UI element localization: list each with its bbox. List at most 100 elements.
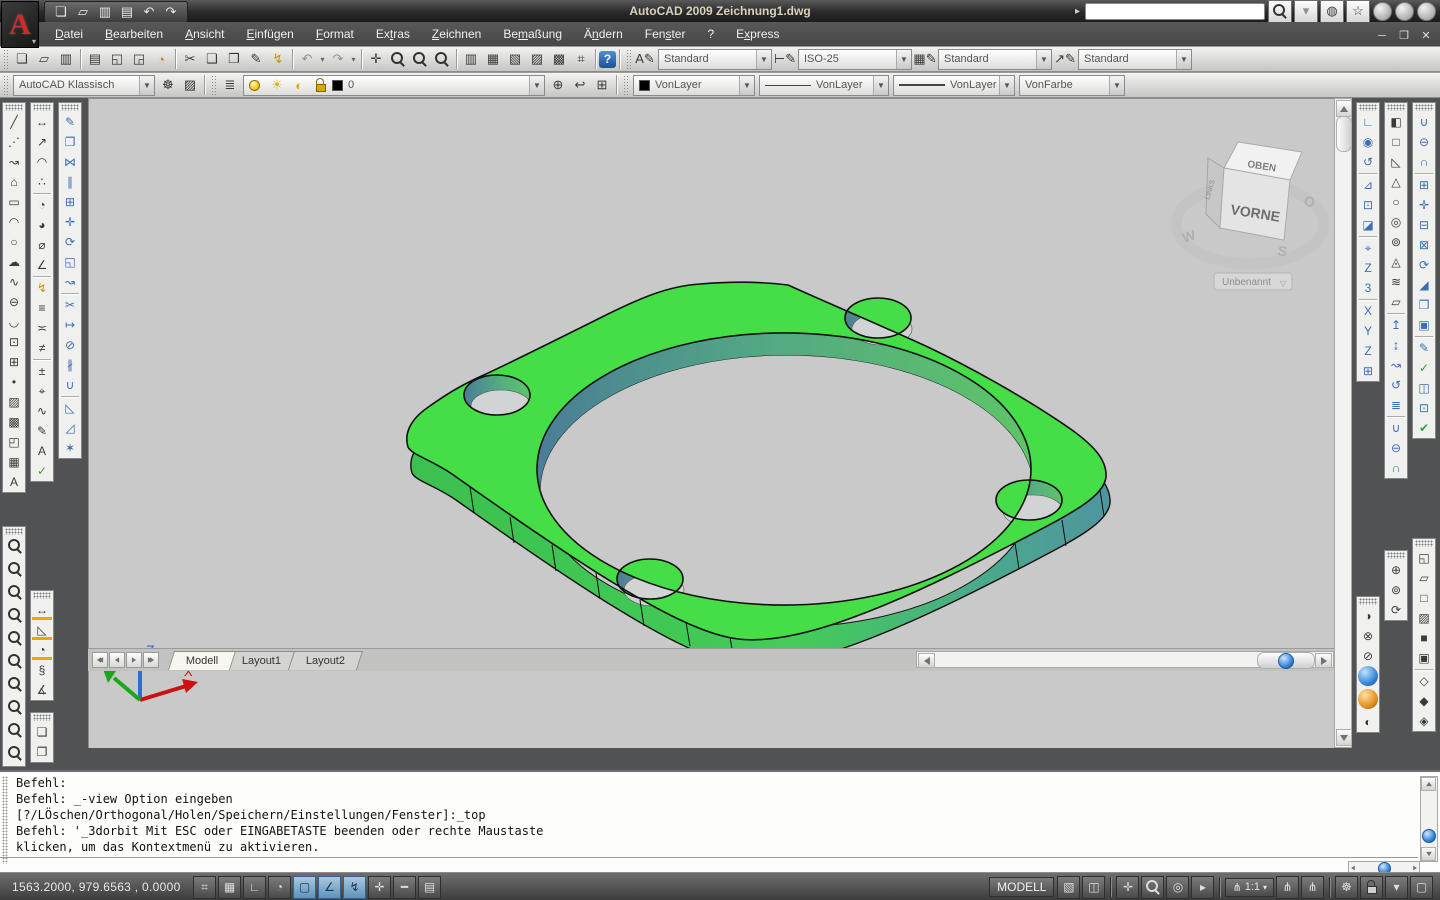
- chamfer-tool[interactable]: ◺: [60, 398, 80, 418]
- copy-faces-tool[interactable]: ❐: [1414, 295, 1434, 315]
- break-at-point-tool[interactable]: ⊘: [60, 335, 80, 355]
- command-vertical-scrollbar[interactable]: [1420, 776, 1438, 862]
- menu-datei[interactable]: Datei: [44, 24, 94, 44]
- workspace-toolbar-grip[interactable]: [3, 75, 8, 95]
- lwt-toggle[interactable]: ━: [393, 876, 416, 899]
- center-mark-tool[interactable]: ⌖: [32, 381, 52, 401]
- wedge-tool[interactable]: ◺: [1386, 152, 1406, 172]
- first-tab-button[interactable]: [92, 652, 108, 668]
- cone-tool[interactable]: △: [1386, 172, 1406, 192]
- cmd-scroll-down-button[interactable]: [1421, 847, 1436, 861]
- dim-ordinate-tool[interactable]: ∴: [32, 172, 52, 192]
- clean-screen-button[interactable]: ▢: [1410, 876, 1433, 899]
- toolbar-grip[interactable]: [33, 592, 51, 599]
- visual-style-conceptual[interactable]: ▣: [1414, 648, 1434, 668]
- cmd-scroll-up-button[interactable]: [1421, 777, 1436, 791]
- favorites-button[interactable]: ☆: [1346, 0, 1370, 23]
- undo-button[interactable]: ↶: [296, 49, 318, 70]
- horizontal-scroll-thumb[interactable]: [1257, 652, 1315, 669]
- toolbar-grip[interactable]: [1387, 104, 1405, 111]
- snap-toggle[interactable]: ⌗: [193, 876, 216, 899]
- visual-style-3d-hidden[interactable]: ▨: [1414, 608, 1434, 628]
- dim-style-icon[interactable]: ⊢✎: [774, 49, 796, 70]
- solid-intersect-tool[interactable]: ∩: [1414, 152, 1434, 172]
- menu-bearbeiten[interactable]: Bearbeiten: [94, 24, 174, 44]
- plot-style-combo[interactable]: VonFarbe ▼: [1019, 75, 1125, 96]
- scroll-left-button[interactable]: [918, 653, 935, 668]
- dim-jog-line-tool[interactable]: ∿: [32, 401, 52, 421]
- pan-button[interactable]: ✛: [365, 49, 387, 70]
- edge-style-none[interactable]: ◈: [1414, 711, 1434, 731]
- intersect-tool[interactable]: ∩: [1386, 458, 1406, 478]
- check-tool[interactable]: ✔: [1414, 418, 1434, 438]
- rotate-faces-tool[interactable]: ⟳: [1414, 255, 1434, 275]
- draw-order-tool[interactable]: ❏: [32, 722, 52, 742]
- materials-tool[interactable]: [1358, 666, 1378, 686]
- minimize-button[interactable]: ─: [1374, 25, 1390, 46]
- scroll-down-button[interactable]: [1336, 729, 1352, 746]
- zoom-realtime-tool[interactable]: [4, 743, 24, 763]
- mirror-tool[interactable]: ⋈: [60, 152, 80, 172]
- dim-arc-length-tool[interactable]: ◠: [32, 152, 52, 172]
- torus-tool[interactable]: ⊚: [1386, 232, 1406, 252]
- combo-dropdown-icon[interactable]: ▼: [873, 76, 888, 95]
- scroll-right-button[interactable]: [1315, 653, 1332, 668]
- lights-tool[interactable]: [1358, 689, 1378, 709]
- menu-aendern[interactable]: Ändern: [573, 24, 634, 44]
- annotation-scale-button[interactable]: ⋔1:1▾: [1225, 878, 1274, 897]
- toolbar-grip[interactable]: [1359, 598, 1377, 605]
- layer-combo[interactable]: ☀ ◐ 0 ▼: [243, 75, 545, 96]
- parameters-manager-tool[interactable]: §: [32, 660, 52, 680]
- cmd-scroll-thumb[interactable]: [1422, 829, 1436, 843]
- close-button[interactable]: ✕: [1418, 25, 1434, 46]
- plot-preview-button[interactable]: ◱: [106, 49, 128, 70]
- annotation-visibility-button[interactable]: ⋔: [1276, 876, 1299, 899]
- hatch-tool[interactable]: ▨: [4, 392, 24, 412]
- search-dropdown[interactable]: ▾: [1294, 0, 1318, 23]
- polyline-tool[interactable]: ↝: [4, 152, 24, 172]
- steering-wheel-button[interactable]: ◎: [1166, 876, 1189, 899]
- undo-dropdown[interactable]: ▾: [318, 49, 327, 70]
- separate-tool[interactable]: ◫: [1414, 378, 1434, 398]
- properties-button[interactable]: ▥: [460, 49, 482, 70]
- toolbar-grip[interactable]: [1415, 104, 1433, 111]
- combo-dropdown-icon[interactable]: ▼: [1176, 50, 1191, 69]
- infocenter-collapse-arrow[interactable]: ▸: [1075, 6, 1080, 17]
- layer-freeze-icon[interactable]: ☀: [266, 75, 288, 96]
- undo-button[interactable]: ↶: [139, 2, 159, 23]
- table-style-icon[interactable]: ▦✎: [914, 49, 936, 70]
- canvas-vertical-scrollbar[interactable]: [1334, 98, 1352, 748]
- dim-radius-tool[interactable]: ◔: [32, 195, 52, 215]
- zoom-button[interactable]: [1141, 876, 1164, 899]
- status-dropdown-button[interactable]: ▾: [1385, 876, 1408, 899]
- menu-hilfe[interactable]: ?: [696, 24, 725, 44]
- zoom-window-button[interactable]: [409, 49, 431, 70]
- next-tab-button[interactable]: [126, 652, 142, 668]
- combo-dropdown-icon[interactable]: ▼: [1036, 50, 1051, 69]
- zoom-extents-tool[interactable]: [4, 720, 24, 740]
- box-tool[interactable]: □: [1386, 132, 1406, 152]
- model-space-button[interactable]: MODELL: [989, 877, 1054, 897]
- toolbar-grip[interactable]: [1359, 104, 1377, 111]
- stretch-tool[interactable]: ↝: [60, 272, 80, 292]
- plot-button[interactable]: ▤: [84, 49, 106, 70]
- copy-tool[interactable]: ❐: [60, 132, 80, 152]
- multileader-style-combo[interactable]: Standard ▼: [1078, 49, 1192, 70]
- combo-dropdown-icon[interactable]: ▼: [896, 50, 911, 69]
- match-properties-button[interactable]: ✎: [245, 49, 267, 70]
- dim-break-tool[interactable]: ≠: [32, 338, 52, 358]
- properties-toolbar-grip[interactable]: [623, 75, 628, 95]
- gasket-3d-model[interactable]: [407, 282, 1110, 666]
- region-tool[interactable]: ◰: [4, 432, 24, 452]
- tolerance-tool[interactable]: ±: [32, 361, 52, 381]
- infocenter-sphere-1[interactable]: [1373, 2, 1392, 21]
- zoom-previous-button[interactable]: [431, 49, 453, 70]
- helix-tool[interactable]: ≋: [1386, 272, 1406, 292]
- pan-button[interactable]: ✛: [1116, 876, 1139, 899]
- insert-block-tool[interactable]: ⊡: [4, 332, 24, 352]
- revolve-tool[interactable]: ↺: [1386, 375, 1406, 395]
- table-tool[interactable]: ▦: [4, 452, 24, 472]
- ucs-origin-tool[interactable]: ⌖: [1358, 238, 1378, 258]
- ucs-previous-tool[interactable]: ↺: [1358, 152, 1378, 172]
- dimconstraint-aligned-tool[interactable]: ◺: [32, 620, 52, 640]
